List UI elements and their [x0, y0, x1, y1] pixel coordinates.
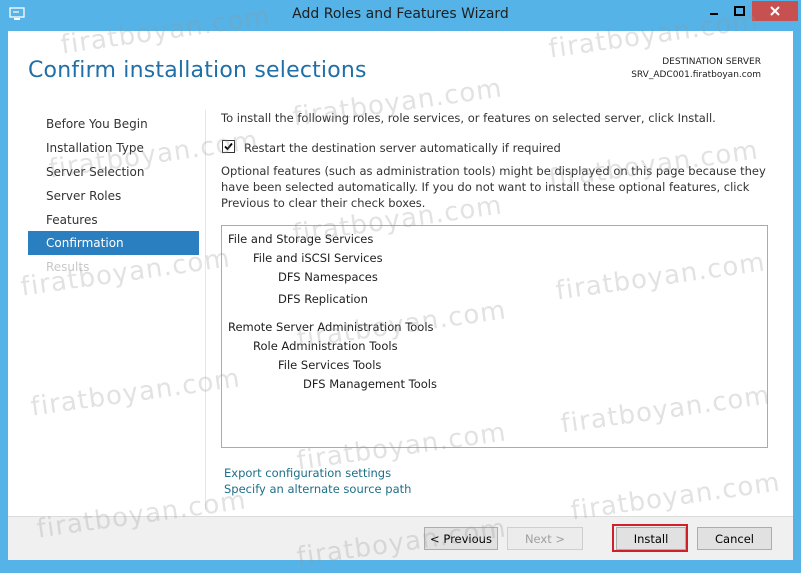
page-title: Confirm installation selections [28, 58, 367, 83]
selections-list[interactable]: File and Storage Services File and iSCSI… [221, 225, 768, 448]
nav-server-roles[interactable]: Server Roles [28, 184, 199, 208]
optional-features-note: Optional features (such as administratio… [221, 164, 766, 210]
next-button: Next > [507, 527, 583, 550]
intro-text: To install the following roles, role ser… [221, 111, 716, 125]
window-title: Add Roles and Features Wizard [292, 6, 509, 22]
nav-results: Results [46, 260, 90, 274]
restart-checkbox[interactable] [222, 140, 235, 153]
nav-installation-type[interactable]: Installation Type [28, 136, 199, 160]
destination-server-label: DESTINATION SERVER [662, 57, 761, 67]
close-button[interactable] [752, 1, 798, 21]
checkmark-icon [224, 142, 233, 151]
tree-item: Remote Server Administration Tools [228, 320, 434, 334]
install-highlight-box [612, 524, 688, 552]
tree-item: DFS Replication [278, 292, 368, 306]
minimize-button[interactable] [700, 1, 727, 21]
nav-before-you-begin[interactable]: Before You Begin [28, 112, 199, 136]
cancel-button[interactable]: Cancel [697, 527, 772, 550]
nav-confirmation[interactable]: Confirmation [28, 231, 199, 255]
maximize-button[interactable] [727, 1, 752, 21]
restart-checkbox-label[interactable]: Restart the destination server automatic… [244, 141, 561, 155]
nav-divider [205, 110, 206, 510]
tree-item: File and Storage Services [228, 232, 374, 246]
tree-item: File Services Tools [278, 358, 382, 372]
tree-item: Role Administration Tools [253, 339, 398, 353]
tree-item: File and iSCSI Services [253, 251, 383, 265]
destination-server-name: SRV_ADC001.firatboyan.com [631, 70, 761, 80]
nav-features[interactable]: Features [28, 208, 199, 232]
nav-server-selection[interactable]: Server Selection [28, 160, 199, 184]
maximize-icon [734, 6, 745, 16]
previous-button[interactable]: < Previous [424, 527, 498, 550]
close-icon [770, 6, 780, 16]
export-configuration-link[interactable]: Export configuration settings [224, 466, 391, 480]
minimize-icon [709, 13, 718, 15]
tree-item: DFS Namespaces [278, 270, 378, 284]
alternate-source-path-link[interactable]: Specify an alternate source path [224, 482, 411, 496]
tree-item: DFS Management Tools [303, 377, 437, 391]
